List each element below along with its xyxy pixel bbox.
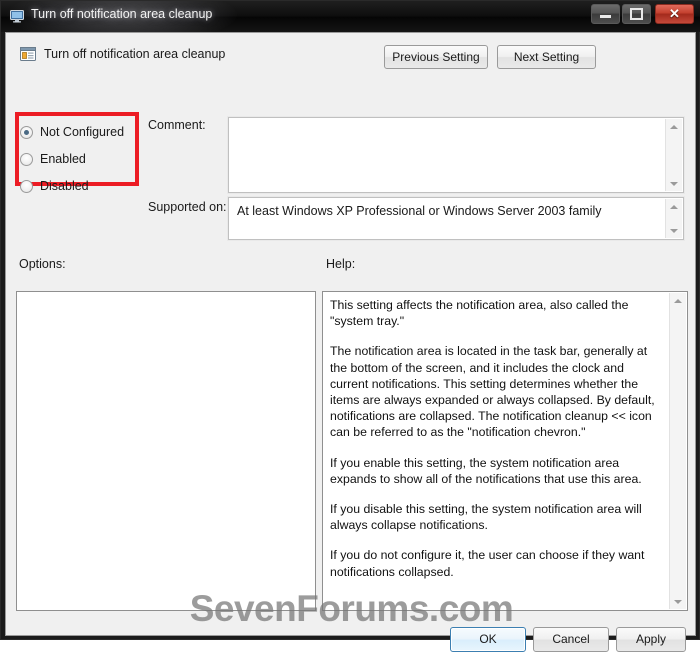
radio-label: Enabled [40,152,86,166]
maximize-button[interactable] [622,4,651,24]
comment-input[interactable] [227,116,685,194]
close-icon: ✕ [669,6,680,21]
supported-on-label: Supported on: [148,200,227,214]
scroll-up-icon[interactable] [666,119,682,134]
help-paragraph: If you enable this setting, the system n… [330,455,642,486]
scroll-up-icon[interactable] [670,293,686,308]
maximize-icon [623,5,650,23]
radio-dot-icon [20,179,33,193]
dialog-client-area: Turn off notification area cleanup Previ… [5,32,696,652]
setting-title: Turn off notification area cleanup [44,47,226,61]
dialog-window: Turn off notification area cleanup ✕ Tur… [0,0,700,652]
comment-scrollbar[interactable] [665,119,682,191]
radio-dot-icon [20,152,33,166]
help-paragraph: The notification area is located in the … [330,344,655,440]
scroll-up-icon[interactable] [666,199,682,214]
help-paragraph: If you do not configure it, the user can… [330,548,645,579]
policy-setting-icon [19,45,37,63]
options-label: Options: [19,257,66,271]
help-scrollbar[interactable] [669,293,686,609]
options-panel[interactable] [16,291,316,611]
radio-not-configured[interactable]: Not Configured [20,124,124,140]
scroll-down-icon[interactable] [666,176,682,191]
radio-dot-icon [20,125,33,139]
minimize-button[interactable] [591,4,620,24]
radio-label: Not Configured [40,125,125,139]
previous-setting-button[interactable]: Previous Setting [384,45,488,69]
radio-disabled[interactable]: Disabled [20,178,89,194]
supported-on-value: At least Windows XP Professional or Wind… [237,204,602,218]
help-panel[interactable]: This setting affects the notification ar… [322,291,688,611]
scroll-down-icon[interactable] [666,223,682,238]
monitor-icon [9,8,25,24]
help-text: This setting affects the notification ar… [330,297,660,594]
radio-enabled[interactable]: Enabled [20,151,86,167]
radio-label: Disabled [40,179,89,193]
next-setting-button[interactable]: Next Setting [497,45,596,69]
title-bar[interactable]: Turn off notification area cleanup ✕ [1,1,700,32]
window-title: Turn off notification area cleanup [31,7,213,21]
help-label: Help: [326,257,356,271]
comment-label: Comment: [148,118,206,132]
close-button[interactable]: ✕ [655,4,694,24]
scroll-down-icon[interactable] [670,594,686,609]
minimize-icon [592,5,619,23]
help-paragraph: If you disable this setting, the system … [330,502,642,533]
help-paragraph: This setting affects the notification ar… [330,298,629,329]
supported-on-scrollbar[interactable] [665,199,682,238]
supported-on-field[interactable]: At least Windows XP Professional or Wind… [227,196,685,241]
